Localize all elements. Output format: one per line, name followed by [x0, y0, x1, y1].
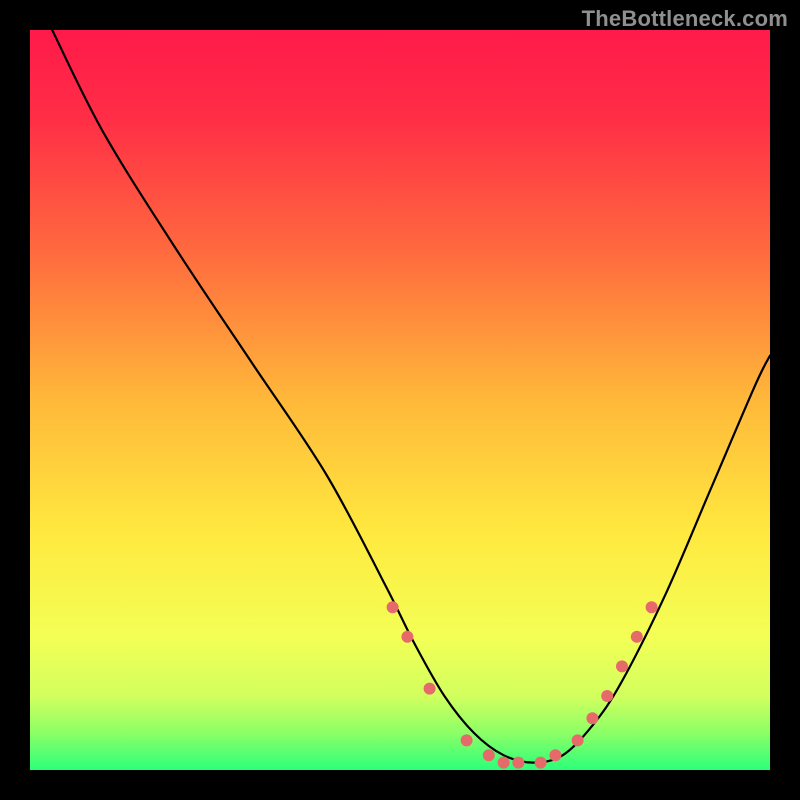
marker-point	[461, 734, 473, 746]
marker-point	[631, 631, 643, 643]
marker-point	[616, 660, 628, 672]
watermark-text: TheBottleneck.com	[582, 6, 788, 32]
marker-point	[483, 749, 495, 761]
marker-point	[586, 712, 598, 724]
marker-point	[424, 683, 436, 695]
marker-point	[601, 690, 613, 702]
marker-point	[498, 757, 510, 769]
marker-point	[646, 601, 658, 613]
chart-background	[30, 30, 770, 770]
marker-point	[572, 734, 584, 746]
chart-frame	[30, 30, 770, 770]
marker-point	[535, 757, 547, 769]
marker-point	[512, 757, 524, 769]
marker-point	[401, 631, 413, 643]
marker-point	[387, 601, 399, 613]
marker-point	[549, 749, 561, 761]
bottleneck-chart	[30, 30, 770, 770]
